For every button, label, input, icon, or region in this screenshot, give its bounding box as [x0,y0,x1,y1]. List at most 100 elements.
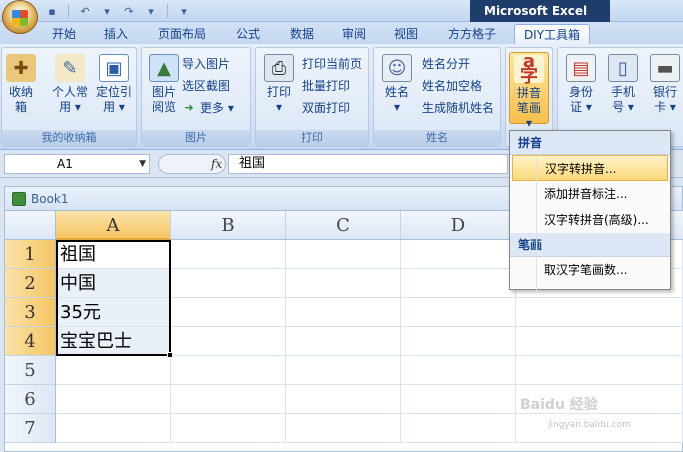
menu-item-stroke-count[interactable]: 取汉字笔画数... [510,257,670,283]
grid-cell[interactable] [401,414,516,443]
phone-number-button[interactable]: ▯ 手机号 ▾ [604,54,642,115]
grid-cell[interactable] [286,414,401,443]
group-name: ☺ 姓名 ▾ 姓名分开 姓名加空格 生成随机姓名 姓名 [373,47,501,147]
grid-cell[interactable] [401,269,516,298]
tab-diy-toolbox[interactable]: DIY工具箱 [514,24,590,44]
storage-box-button[interactable]: ✚ 收纳箱 [4,54,38,115]
tab-data[interactable]: 数据 [282,24,322,44]
grid-cell[interactable] [171,269,286,298]
group-storage: ✚ 收纳箱 ✎ 个人常用 ▾ ▣ 定位引用 ▾ 我的收纳箱 [1,47,137,147]
duplex-print-button[interactable]: 双面打印 [302,98,350,116]
save-icon[interactable]: ▪ [44,3,60,19]
id-card-icon: ▤ [566,54,596,82]
grid-cell[interactable] [171,240,286,269]
row-header[interactable]: 5 [5,356,56,385]
grid-cell[interactable] [171,414,286,443]
menu-item-hanzi-to-pinyin-advanced[interactable]: 汉字转拼音(高级)... [510,207,670,233]
grid-cell[interactable] [286,298,401,327]
office-button[interactable] [2,0,38,34]
picture-icon: ▲ [149,54,179,82]
cell-a3[interactable]: 35元 [56,298,171,327]
grid-cell[interactable] [401,298,516,327]
row-header[interactable]: 1 [5,240,56,269]
grid-cell[interactable] [56,356,171,385]
print-current-page-button[interactable]: 打印当前页 [302,54,362,72]
import-picture-button[interactable]: 导入图片 [182,54,230,72]
redo-icon[interactable]: ↷ [121,3,137,19]
grid-cell[interactable] [56,414,171,443]
quick-access-toolbar: ▪ ↶ ▾ ↷ ▾ ▾ [44,3,192,19]
grid-cell[interactable] [286,269,401,298]
locate-reference-button[interactable]: ▣ 定位引用 ▾ [94,54,134,115]
grid-cell[interactable] [401,240,516,269]
menu-item-add-pinyin-annotation[interactable]: 添加拼音标注... [510,181,670,207]
grid-cell[interactable] [401,385,516,414]
grid-cell[interactable] [171,385,286,414]
personal-common-button[interactable]: ✎ 个人常用 ▾ [50,54,90,115]
grid-cell[interactable] [401,327,516,356]
undo-dropdown-icon[interactable]: ▾ [99,3,115,19]
grid-cell[interactable] [286,240,401,269]
grid-cell[interactable] [516,298,683,327]
insert-function-icon[interactable]: fx [158,154,226,174]
row-header[interactable]: 7 [5,414,56,443]
column-header[interactable]: B [171,211,286,240]
name-button[interactable]: ☺ 姓名 ▾ [378,54,416,115]
arrow-right-icon: ➜ [184,100,194,114]
name-box[interactable]: A1 ▼ [4,154,150,174]
row-header[interactable]: 2 [5,269,56,298]
pinyin-stroke-button[interactable]: a字 拼音笔画 ▾ [509,52,549,130]
bank-card-button[interactable]: ▬ 银行卡 ▾ [646,54,683,115]
redo-dropdown-icon[interactable]: ▾ [143,3,159,19]
tab-fangfang[interactable]: 方方格子 [440,24,504,44]
notepad-icon: ✎ [55,54,85,82]
grid-cell[interactable] [286,385,401,414]
row-header[interactable]: 6 [5,385,56,414]
chevron-down-icon[interactable]: ▼ [139,155,146,173]
watermark-brand: Baidu 经验 [520,397,598,413]
column-header[interactable]: C [286,211,401,240]
formula-input[interactable]: 祖国 [228,154,508,174]
split-name-button[interactable]: 姓名分开 [422,54,470,72]
row-header[interactable]: 3 [5,298,56,327]
grid-cell[interactable] [286,356,401,385]
tab-formulas[interactable]: 公式 [228,24,268,44]
grid-cell[interactable] [171,327,286,356]
picture-view-button[interactable]: ▲ 图片阅览 [146,54,182,115]
workbook-title: Book1 [31,192,69,206]
toolbox-icon: ✚ [6,54,36,82]
customize-icon[interactable]: ▾ [176,3,192,19]
print-button[interactable]: ⎙ 打印 ▾ [260,54,298,115]
random-name-button[interactable]: 生成随机姓名 [422,98,494,116]
id-card-button[interactable]: ▤ 身份证 ▾ [562,54,600,115]
printer-icon: ⎙ [264,54,294,82]
name-add-space-button[interactable]: 姓名加空格 [422,76,482,94]
grid-cell[interactable] [516,327,683,356]
grid-cell[interactable] [56,385,171,414]
column-header[interactable]: A [56,211,171,240]
column-header[interactable]: D [401,211,516,240]
tab-view[interactable]: 视图 [386,24,426,44]
grid-cell[interactable] [171,298,286,327]
select-all-corner[interactable] [5,211,56,240]
tab-page-layout[interactable]: 页面布局 [150,24,214,44]
cell-a1[interactable]: 祖国 [56,240,171,269]
selection-screenshot-button[interactable]: 选区截图 [182,76,230,94]
menu-section-pinyin: 拼音 [510,131,670,155]
excel-file-icon [12,192,26,206]
grid-cell[interactable] [171,356,286,385]
grid-cell[interactable] [286,327,401,356]
row-header[interactable]: 4 [5,327,56,356]
tab-insert[interactable]: 插入 [96,24,136,44]
tab-review[interactable]: 审阅 [334,24,374,44]
cell-a2[interactable]: 中国 [56,269,171,298]
undo-icon[interactable]: ↶ [77,3,93,19]
batch-print-button[interactable]: 批量打印 [302,76,350,94]
tab-home[interactable]: 开始 [46,24,82,44]
office-logo-icon [12,10,28,26]
cell-a4[interactable]: 宝宝巴士 [56,327,171,356]
grid-cell[interactable] [401,356,516,385]
more-button[interactable]: ➜ 更多 ▾ [182,98,233,116]
group-label: 图片 [142,130,250,146]
grid-cell[interactable] [516,356,683,385]
